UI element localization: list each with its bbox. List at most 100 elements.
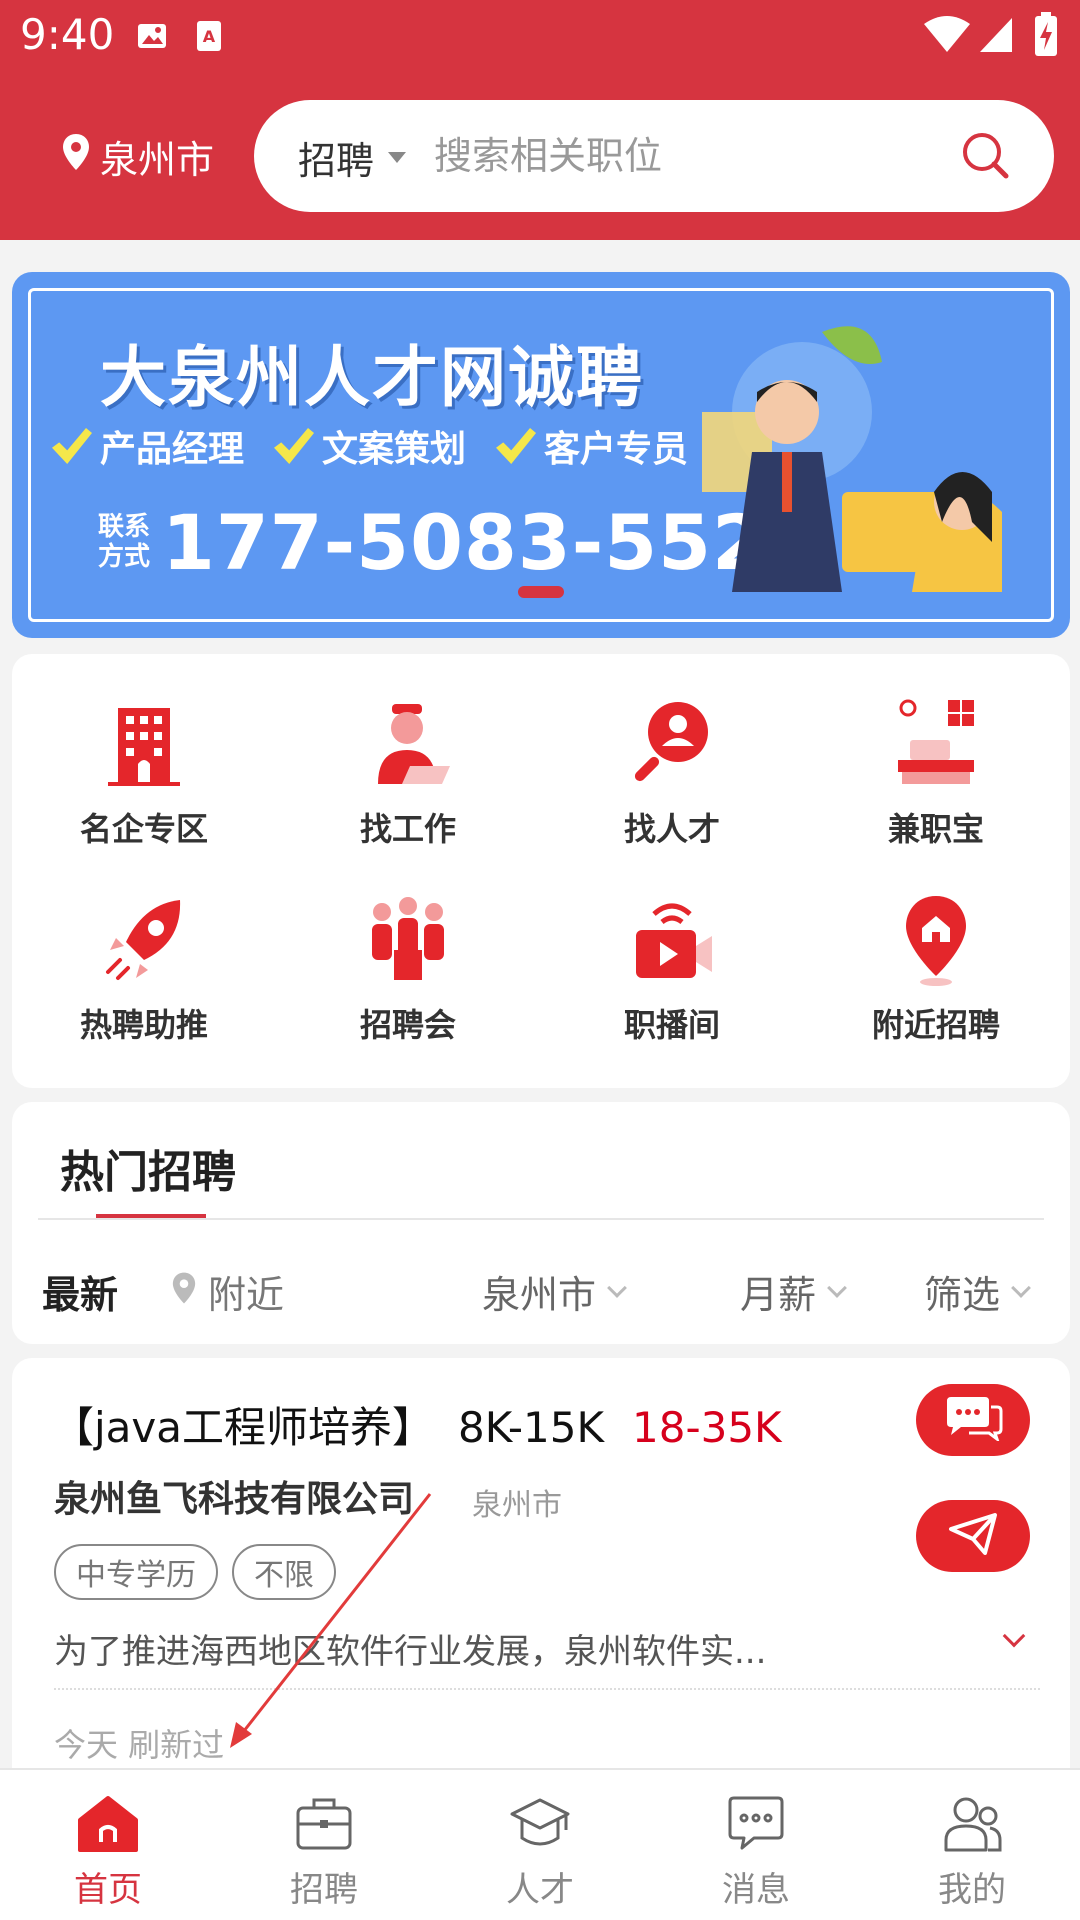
building-icon <box>94 694 194 794</box>
menu-item-live-stream[interactable]: 职播间 <box>540 890 804 1070</box>
menu-item-label: 热聘助推 <box>79 1006 208 1044</box>
card-divider <box>54 1688 1040 1690</box>
tab-underline <box>96 1214 206 1218</box>
signal-icon <box>978 14 1014 58</box>
graduation-cap-icon <box>508 1794 572 1854</box>
location-pin-icon <box>172 1270 196 1314</box>
menu-item-label: 附近招聘 <box>871 1006 1000 1044</box>
bottom-tab-bar: 首页 招聘 人才 消息 我的 <box>0 1768 1080 1920</box>
filter-city[interactable]: 泉州市 <box>482 1264 627 1319</box>
filter-bar: 最新 附近 泉州市 月薪 筛选 <box>12 1252 1070 1322</box>
search-type-selector[interactable]: 招聘 <box>298 130 374 185</box>
live-stream-icon <box>622 890 722 990</box>
tab-messages[interactable]: 消息 <box>648 1770 864 1920</box>
business-people-illustration <box>702 326 1002 592</box>
chevron-down-icon <box>1011 1277 1031 1298</box>
chat-bubble-icon <box>943 1395 1003 1445</box>
briefcase-icon <box>292 1794 356 1854</box>
city-selector[interactable]: 泉州市 <box>62 130 214 182</box>
check-icon <box>52 428 92 464</box>
wifi-icon <box>922 14 972 58</box>
home-icon <box>76 1794 140 1854</box>
menu-item-label: 找工作 <box>359 810 456 848</box>
job-hot-salary: 18-35K <box>632 1403 782 1452</box>
search-icon[interactable] <box>960 130 1010 184</box>
company-city: 泉州市 <box>472 1488 562 1523</box>
filter-nearby[interactable]: 附近 <box>172 1264 284 1319</box>
job-tag: 不限 <box>232 1544 336 1600</box>
filter-more[interactable]: 筛选 <box>924 1264 1031 1319</box>
banner-title: 大泉州人才网诚聘 <box>100 339 644 416</box>
tab-home[interactable]: 首页 <box>0 1770 216 1920</box>
paper-plane-icon <box>947 1511 999 1561</box>
promo-banner[interactable]: 大泉州人才网诚聘 产品经理 文案策划 客户专员 联系方式 177-5083-55… <box>12 272 1070 638</box>
hot-jobs-section: 热门招聘 最新 附近 泉州市 月薪 筛选 <box>12 1102 1070 1344</box>
chevron-down-icon <box>388 152 406 163</box>
banner-tag: 产品经理 <box>52 420 244 472</box>
banner-contact-label: 联系方式 <box>98 512 151 572</box>
city-label: 泉州市 <box>100 137 215 182</box>
tab-label: 人才 <box>506 1870 574 1910</box>
expand-chevron-icon[interactable] <box>1002 1624 1026 1648</box>
menu-item-famous-companies[interactable]: 名企专区 <box>12 694 276 874</box>
send-button[interactable] <box>916 1500 1030 1572</box>
job-card[interactable]: 【java工程师培养】 8K-15K 18-35K 泉州鱼飞科技有限公司 泉州市… <box>12 1358 1070 1778</box>
banner-tag: 客户专员 <box>496 420 688 472</box>
job-tags: 中专学历 不限 <box>54 1544 336 1600</box>
menu-item-label: 职播间 <box>623 1006 720 1044</box>
tab-label: 消息 <box>722 1870 790 1910</box>
user-icon <box>940 1794 1004 1854</box>
tab-label: 招聘 <box>290 1870 358 1910</box>
carousel-indicator <box>518 586 564 598</box>
menu-item-part-time[interactable]: 兼职宝 <box>804 694 1068 874</box>
talent-search-icon <box>622 694 722 794</box>
location-home-icon <box>886 890 986 990</box>
worker-icon <box>358 694 458 794</box>
desk-icon <box>886 694 986 794</box>
image-notification-icon <box>136 20 168 56</box>
app-header: 9:40 A 泉州市 招聘 <box>0 0 1080 240</box>
job-title: 【java工程师培养】 <box>52 1403 434 1452</box>
check-icon <box>496 428 537 464</box>
message-icon <box>724 1794 788 1854</box>
menu-item-find-talent[interactable]: 找人才 <box>540 694 804 874</box>
job-salary: 8K-15K <box>458 1403 604 1452</box>
tab-profile[interactable]: 我的 <box>864 1770 1080 1920</box>
feature-menu: 名企专区 找工作 找人才 兼职宝 热聘助推 招聘会 职播间 附近招聘 <box>12 654 1070 1088</box>
chat-button[interactable] <box>916 1384 1030 1456</box>
menu-item-label: 名企专区 <box>79 810 208 848</box>
location-pin-icon <box>62 133 100 180</box>
job-description: 为了推进海西地区软件行业发展，泉州软件实... <box>54 1632 767 1672</box>
battery-icon <box>1034 12 1058 60</box>
font-notification-icon: A <box>196 20 222 56</box>
tab-recruit[interactable]: 招聘 <box>216 1770 432 1920</box>
svg-text:A: A <box>203 27 216 46</box>
filter-latest[interactable]: 最新 <box>42 1264 118 1319</box>
menu-item-label: 招聘会 <box>359 1006 456 1044</box>
check-icon <box>274 428 315 464</box>
company-name[interactable]: 泉州鱼飞科技有限公司 <box>54 1470 414 1522</box>
chevron-down-icon <box>827 1277 847 1298</box>
menu-item-label: 兼职宝 <box>887 810 984 848</box>
menu-item-find-job[interactable]: 找工作 <box>276 694 540 874</box>
status-time: 9:40 <box>20 10 115 59</box>
banner-tags: 产品经理 文案策划 客户专员 <box>52 420 688 472</box>
menu-item-label: 找人才 <box>623 810 720 848</box>
menu-item-job-fair[interactable]: 招聘会 <box>276 890 540 1070</box>
banner-tag: 文案策划 <box>274 420 466 472</box>
tab-talent[interactable]: 人才 <box>432 1770 648 1920</box>
chevron-down-icon <box>607 1277 627 1298</box>
section-heading[interactable]: 热门招聘 <box>60 1136 236 1200</box>
meeting-icon <box>358 890 458 990</box>
rocket-icon <box>94 890 194 990</box>
section-divider <box>38 1218 1044 1220</box>
tab-label: 我的 <box>938 1870 1006 1910</box>
menu-item-nearby-jobs[interactable]: 附近招聘 <box>804 890 1068 1070</box>
search-bar[interactable]: 招聘 <box>254 100 1054 212</box>
search-input[interactable] <box>434 122 934 190</box>
refresh-time: 今天 刷新过 <box>54 1726 225 1764</box>
menu-item-hot-boost[interactable]: 热聘助推 <box>12 890 276 1070</box>
job-tag: 中专学历 <box>54 1544 218 1600</box>
filter-salary[interactable]: 月薪 <box>740 1264 847 1319</box>
status-bar: 9:40 A <box>0 0 1080 76</box>
